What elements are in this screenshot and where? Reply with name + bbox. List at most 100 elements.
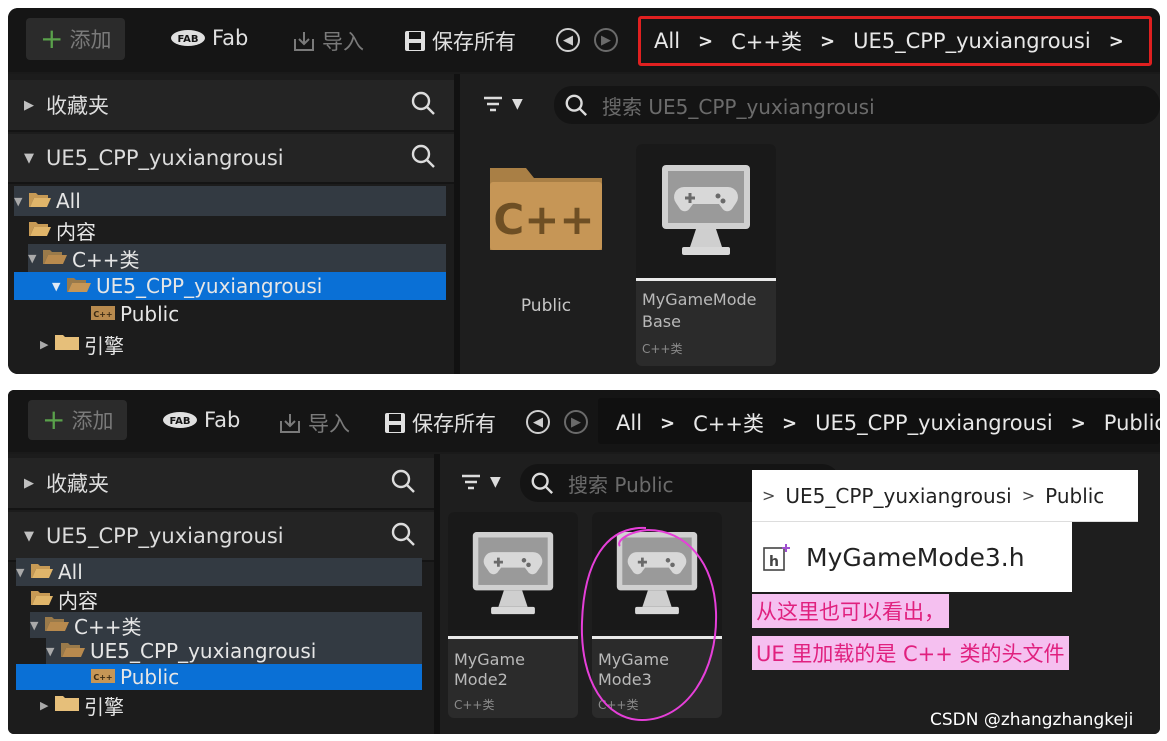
annotation-line: 从这里也可以看出， — [752, 594, 949, 628]
tree-label: C++类 — [74, 614, 142, 639]
folder-icon — [54, 332, 80, 356]
search-input[interactable]: 搜索 UE5_CPP_yuxiangrousi — [554, 86, 1160, 124]
breadcrumb-project[interactable]: UE5_CPP_yuxiangrousi — [853, 29, 1091, 53]
tree-item-content[interactable]: 内容 — [28, 216, 446, 244]
folder-public[interactable]: C++ Public — [486, 154, 606, 316]
filter-icon — [462, 474, 480, 490]
tree-item-engine[interactable]: ▶ 引擎 — [40, 692, 422, 719]
svg-text:C++: C++ — [493, 195, 594, 244]
fab-label: Fab — [212, 26, 249, 50]
tree-item-cpp[interactable]: ▼ C++类 — [30, 612, 422, 639]
explorer-crumb[interactable]: Public — [1045, 484, 1104, 508]
tree-item-public[interactable]: C++ Public — [90, 300, 446, 328]
chevron-right-icon[interactable]: > — [1109, 31, 1124, 52]
add-button[interactable]: + 添加 — [26, 18, 126, 60]
folder-label: Public — [520, 296, 572, 316]
import-button[interactable]: 导入 — [278, 408, 350, 438]
expanded-arrow-icon: ▼ — [28, 251, 37, 265]
tree-label: All — [58, 560, 83, 584]
asset-mygamemode2[interactable]: MyGame Mode2 C++类 — [448, 512, 578, 718]
content-browser-top: + 添加 FAB Fab 导入 保存所有 ◀ ▶ All > C++类 > UE… — [8, 8, 1160, 374]
fab-icon: FAB — [170, 29, 206, 47]
chevron-right-icon: > — [820, 30, 836, 52]
collapsed-arrow-icon: ▶ — [40, 337, 49, 351]
tree-label: UE5_CPP_yuxiangrousi — [90, 639, 317, 663]
project-header[interactable]: ▼ UE5_CPP_yuxiangrousi — [8, 134, 454, 184]
import-icon — [278, 411, 302, 435]
favorites-header[interactable]: ▶ 收藏夹 — [8, 458, 434, 510]
expanded-arrow-icon: ▼ — [52, 279, 61, 293]
expanded-arrow-icon: ▼ — [46, 644, 55, 658]
chevron-right-icon: > — [698, 30, 714, 52]
save-all-button[interactable]: 保存所有 — [404, 26, 516, 56]
tree-label: 内容 — [58, 588, 98, 613]
monitor-gamepad-icon — [662, 165, 750, 255]
search-icon[interactable] — [410, 90, 436, 121]
tree-label: 引擎 — [84, 694, 124, 719]
import-button[interactable]: 导入 — [292, 26, 364, 56]
cpp-folder-icon: C++ — [90, 665, 116, 689]
asset-mygamemodebase[interactable]: MyGameMode Base C++类 — [636, 144, 776, 366]
breadcrumb-public[interactable]: Public — [1104, 411, 1160, 435]
expanded-triangle-icon: ▼ — [24, 150, 34, 166]
tree-item-content[interactable]: 内容 — [30, 586, 422, 613]
monitor-gamepad-icon — [472, 532, 554, 615]
open-folder-icon — [30, 587, 54, 611]
import-label: 导入 — [322, 30, 364, 54]
cpp-folder-icon — [44, 613, 70, 637]
search-icon — [531, 472, 554, 495]
breadcrumb: All > C++类 > UE5_CPP_yuxiangrousi > — [654, 26, 1142, 56]
breadcrumb-all[interactable]: All — [654, 29, 680, 53]
filter-icon — [484, 96, 502, 112]
asset-name: Mode2 — [454, 670, 508, 689]
fab-button[interactable]: FAB Fab — [162, 408, 240, 432]
favorites-label: 收藏夹 — [46, 472, 109, 496]
asset-name: Base — [642, 312, 681, 331]
search-icon[interactable] — [410, 143, 436, 174]
filter-dropdown[interactable]: ▼ — [482, 94, 523, 114]
explorer-file-row[interactable]: h MyGameMode3.h — [752, 522, 1072, 592]
watermark: CSDN @zhangzhangkeji — [930, 710, 1134, 730]
plus-icon: + — [40, 22, 64, 55]
favorites-header[interactable]: ▶ 收藏夹 — [8, 80, 454, 132]
search-icon[interactable] — [390, 468, 416, 499]
breadcrumb-cpp[interactable]: C++类 — [731, 26, 802, 56]
tree-item-all[interactable]: ▼ All — [16, 558, 422, 586]
import-icon — [292, 29, 316, 53]
fab-button[interactable]: FAB Fab — [170, 26, 248, 50]
save-all-button[interactable]: 保存所有 — [384, 408, 496, 438]
expanded-triangle-icon: ▼ — [24, 528, 34, 544]
tree-item-all[interactable]: ▼ All — [14, 186, 446, 216]
toolbar: + 添加 FAB Fab 导入 保存所有 ◀ ▶ All > C++类 > UE… — [8, 390, 1160, 452]
forward-arrow-icon[interactable]: ▶ — [594, 28, 618, 52]
collapsed-triangle-icon: ▶ — [24, 475, 34, 491]
open-folder-icon — [28, 189, 52, 213]
explorer-crumb[interactable]: UE5_CPP_yuxiangrousi — [785, 484, 1011, 508]
filter-dropdown[interactable]: ▼ — [460, 472, 501, 492]
project-label: UE5_CPP_yuxiangrousi — [46, 524, 284, 548]
tree-item-project[interactable]: ▼ UE5_CPP_yuxiangrousi — [46, 638, 422, 664]
search-icon — [565, 94, 588, 117]
svg-text:C++: C++ — [93, 673, 112, 682]
fab-icon: FAB — [162, 411, 198, 429]
breadcrumb-cpp[interactable]: C++类 — [693, 408, 764, 438]
svg-text:FAB: FAB — [177, 34, 198, 45]
tree-item-cpp[interactable]: ▼ C++类 — [28, 244, 446, 272]
plus-icon: + — [42, 403, 66, 436]
add-button[interactable]: + 添加 — [28, 400, 128, 440]
tree-item-engine[interactable]: ▶ 引擎 — [40, 330, 446, 358]
search-icon[interactable] — [390, 521, 416, 552]
back-arrow-icon[interactable]: ◀ — [526, 410, 550, 434]
project-header[interactable]: ▼ UE5_CPP_yuxiangrousi — [8, 512, 434, 562]
forward-arrow-icon[interactable]: ▶ — [564, 410, 588, 434]
tree-item-public[interactable]: C++ Public — [16, 664, 422, 690]
back-arrow-icon[interactable]: ◀ — [556, 28, 580, 52]
breadcrumb-all[interactable]: All — [616, 411, 642, 435]
save-icon — [404, 30, 426, 52]
tree-item-project[interactable]: ▼ UE5_CPP_yuxiangrousi — [14, 272, 446, 300]
breadcrumb-project[interactable]: UE5_CPP_yuxiangrousi — [815, 411, 1053, 435]
folder-icon — [54, 693, 80, 717]
tree-label: 内容 — [56, 219, 96, 244]
tree-label: 引擎 — [84, 333, 124, 358]
file-name: MyGameMode3.h — [806, 542, 1025, 572]
